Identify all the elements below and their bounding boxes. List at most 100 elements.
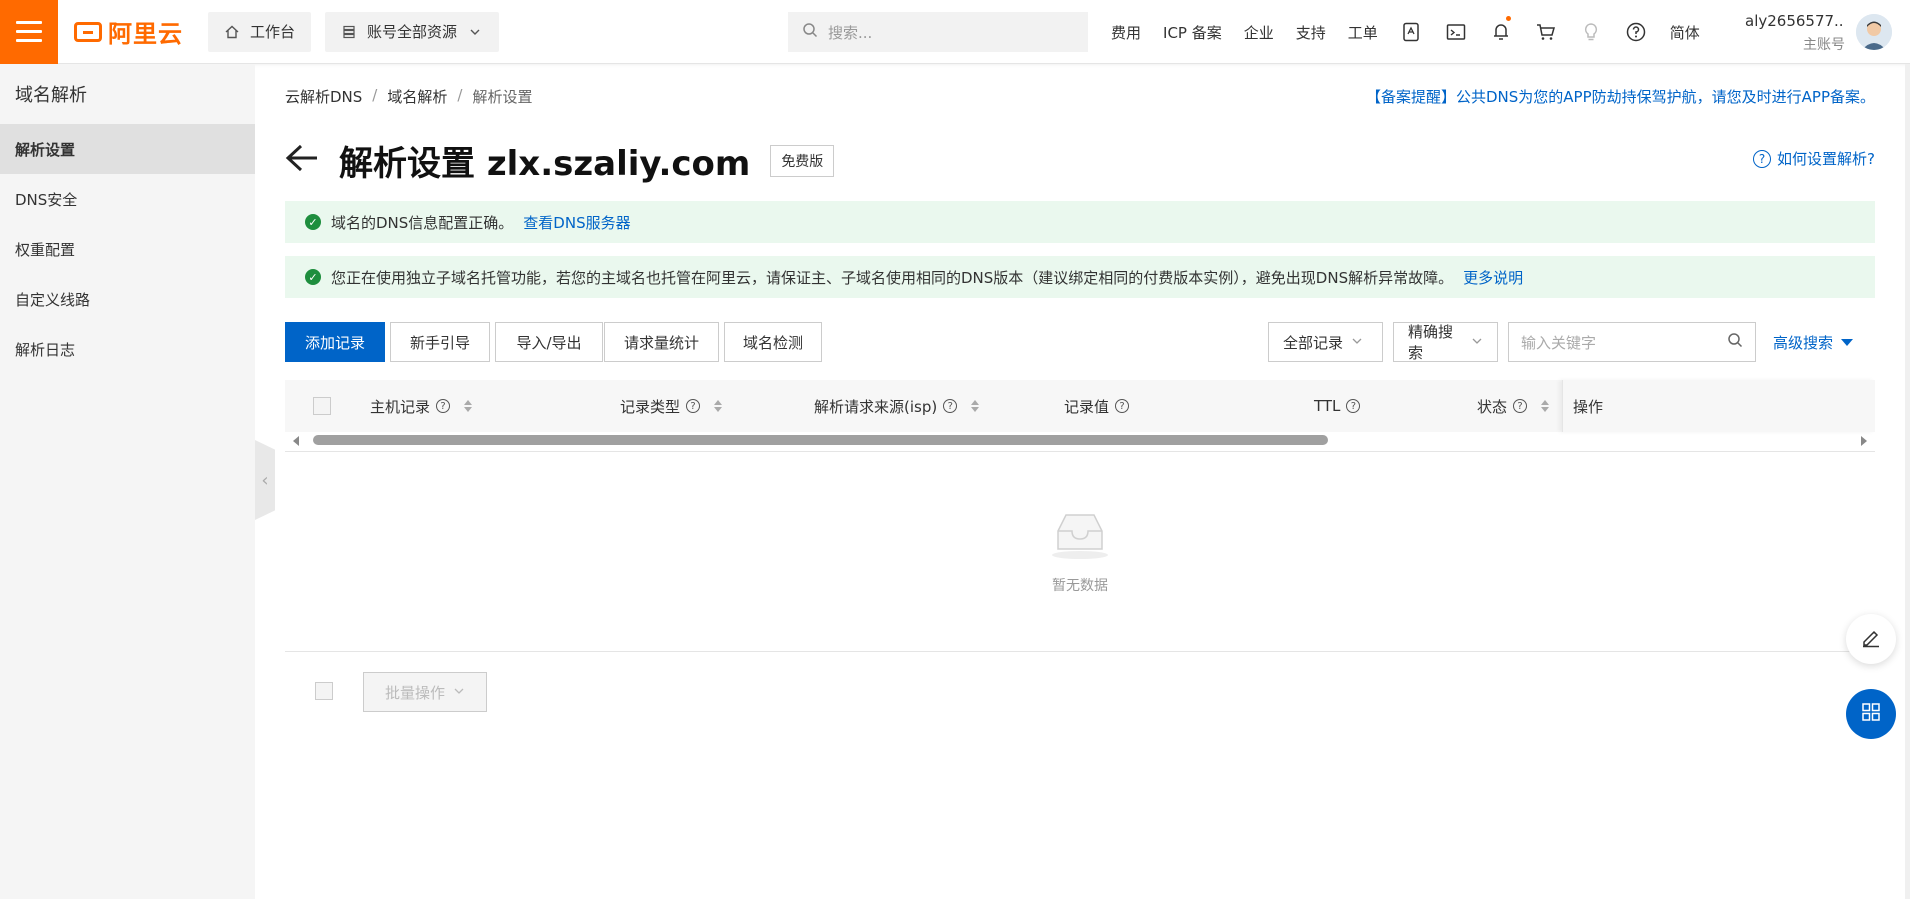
top-links: 费用 ICP 备案 企业 支持 工单 简体	[1100, 0, 1711, 64]
chevron-down-icon	[453, 683, 465, 701]
scrollbar-thumb[interactable]	[313, 435, 1328, 445]
help-link-label: 如何设置解析?	[1777, 150, 1875, 168]
app-icon[interactable]	[1389, 0, 1434, 64]
column-label: 状态	[1477, 397, 1508, 416]
keyword-search-input[interactable]: 输入关键字	[1508, 322, 1756, 362]
breadcrumb-item-cloud-dns[interactable]: 云解析DNS	[285, 86, 362, 107]
guide-button[interactable]: 新手引导	[390, 322, 490, 362]
top-link-enterprise[interactable]: 企业	[1233, 0, 1285, 64]
user-role: 主账号	[1803, 37, 1845, 53]
apps-grid-button[interactable]	[1846, 689, 1896, 739]
avatar[interactable]	[1856, 14, 1892, 50]
filing-notice-link[interactable]: 【备案提醒】公共DNS为您的APP防劫持保驾护航，请您及时进行APP备案。	[1366, 86, 1875, 107]
breadcrumb: 云解析DNS / 域名解析 / 解析设置	[285, 86, 532, 107]
check-circle-icon: ✓	[305, 214, 321, 230]
import-export-button[interactable]: 导入/导出	[495, 322, 603, 362]
request-stats-button[interactable]: 请求量统计	[604, 322, 719, 362]
add-record-button[interactable]: 添加记录	[285, 322, 385, 362]
bell-icon[interactable]	[1479, 0, 1524, 64]
top-link-support[interactable]: 支持	[1285, 0, 1337, 64]
column-label: 主机记录	[370, 397, 431, 416]
menu-line	[16, 30, 42, 33]
sort-icon[interactable]	[464, 400, 473, 412]
search-mode-select[interactable]: 精确搜索	[1393, 322, 1498, 362]
sort-icon[interactable]	[714, 400, 723, 412]
chevron-left-icon: ‹	[261, 469, 269, 491]
column-label: 解析请求来源(isp)	[814, 397, 938, 416]
question-icon[interactable]: ?	[1115, 399, 1130, 413]
logo-text: 阿里云	[108, 20, 183, 48]
global-search-input[interactable]: 搜索...	[788, 12, 1088, 52]
table-horizontal-scrollbar[interactable]	[285, 432, 1875, 452]
top-link-icp[interactable]: ICP 备案	[1152, 0, 1233, 64]
column-record-value[interactable]: 记录值 ?	[1064, 380, 1130, 432]
search-icon	[802, 22, 818, 42]
search-icon[interactable]	[1727, 332, 1743, 352]
batch-select-checkbox[interactable]	[315, 682, 333, 700]
breadcrumb-item-domain-resolve[interactable]: 域名解析	[387, 86, 447, 107]
more-info-link[interactable]: 更多说明	[1463, 267, 1523, 288]
notification-dot	[1505, 16, 1511, 21]
menu-line	[16, 21, 42, 24]
record-filter-select[interactable]: 全部记录	[1268, 322, 1383, 362]
feedback-edit-button[interactable]	[1846, 614, 1896, 664]
back-arrow-icon[interactable]	[285, 143, 319, 179]
chevron-down-icon	[467, 24, 483, 40]
aliyun-logo[interactable]: 阿里云	[74, 14, 194, 49]
resources-dropdown[interactable]: 账号全部资源	[325, 11, 500, 52]
column-label: TTL	[1314, 397, 1341, 415]
batch-actions-bar: 批量操作	[285, 660, 1875, 720]
sidebar: 域名解析 解析设置 DNS安全 权重配置 自定义线路 解析日志	[0, 64, 255, 899]
breadcrumb-separator: /	[372, 86, 378, 104]
caret-down-icon	[1841, 338, 1854, 346]
grid-icon	[1860, 701, 1882, 727]
lightbulb-icon[interactable]	[1569, 0, 1614, 64]
alert-text: 您正在使用独立子域名托管功能，若您的主域名也托管在阿里云，请保证主、子域名使用相…	[331, 268, 1454, 287]
keyword-placeholder: 输入关键字	[1521, 333, 1597, 352]
top-link-fees[interactable]: 费用	[1100, 0, 1152, 64]
hamburger-menu-button[interactable]	[0, 0, 58, 64]
top-link-ticket[interactable]: 工单	[1337, 0, 1389, 64]
search-mode-value: 精确搜索	[1408, 323, 1454, 362]
sort-icon[interactable]	[1541, 400, 1550, 412]
question-icon[interactable]: ?	[1346, 399, 1361, 413]
sort-icon[interactable]	[971, 400, 980, 412]
empty-inbox-icon	[1048, 509, 1112, 565]
scroll-right-arrow-icon[interactable]	[1861, 436, 1867, 446]
how-to-resolve-help-link[interactable]: ? 如何设置解析?	[1753, 148, 1875, 169]
question-icon[interactable]: ?	[686, 399, 701, 413]
batch-operations-button[interactable]: 批量操作	[363, 672, 487, 712]
terminal-icon[interactable]	[1434, 0, 1479, 64]
help-icon[interactable]	[1614, 0, 1659, 64]
question-icon[interactable]: ?	[1513, 399, 1528, 413]
header-select-all	[313, 380, 331, 432]
workbench-button[interactable]: 工作台	[208, 11, 312, 52]
sidebar-collapse-handle[interactable]: ‹	[255, 440, 275, 520]
page-scrollbar[interactable]	[1905, 64, 1910, 899]
chevron-down-icon	[1471, 333, 1483, 351]
domain-check-button[interactable]: 域名检测	[724, 322, 822, 362]
user-menu[interactable]: aly2656577... 主账号	[1745, 12, 1845, 54]
select-all-checkbox[interactable]	[313, 397, 331, 415]
sidebar-item-dns-security[interactable]: DNS安全	[0, 174, 255, 224]
chevron-down-icon	[1351, 333, 1363, 351]
language-switch[interactable]: 简体	[1659, 0, 1711, 64]
sidebar-item-resolve-logs[interactable]: 解析日志	[0, 324, 255, 374]
sidebar-item-weight-config[interactable]: 权重配置	[0, 224, 255, 274]
column-host-record[interactable]: 主机记录 ?	[370, 380, 473, 432]
column-isp-source[interactable]: 解析请求来源(isp) ?	[814, 380, 980, 432]
scroll-left-arrow-icon[interactable]	[293, 436, 299, 446]
question-icon[interactable]: ?	[943, 399, 958, 413]
column-ttl[interactable]: TTL ?	[1314, 380, 1361, 432]
search-placeholder: 搜索...	[828, 23, 873, 42]
sidebar-title: 域名解析	[15, 85, 87, 106]
column-record-type[interactable]: 记录类型 ?	[620, 380, 723, 432]
subdomain-hosting-alert: ✓ 您正在使用独立子域名托管功能，若您的主域名也托管在阿里云，请保证主、子域名使…	[285, 256, 1875, 298]
question-icon[interactable]: ?	[436, 399, 451, 413]
sidebar-item-resolve-settings[interactable]: 解析设置	[0, 124, 255, 174]
view-dns-servers-link[interactable]: 查看DNS服务器	[523, 212, 630, 233]
sidebar-item-custom-lines[interactable]: 自定义线路	[0, 274, 255, 324]
advanced-search-toggle[interactable]: 高级搜索	[1773, 322, 1854, 362]
column-status[interactable]: 状态 ?	[1477, 380, 1550, 432]
cart-icon[interactable]	[1524, 0, 1569, 64]
